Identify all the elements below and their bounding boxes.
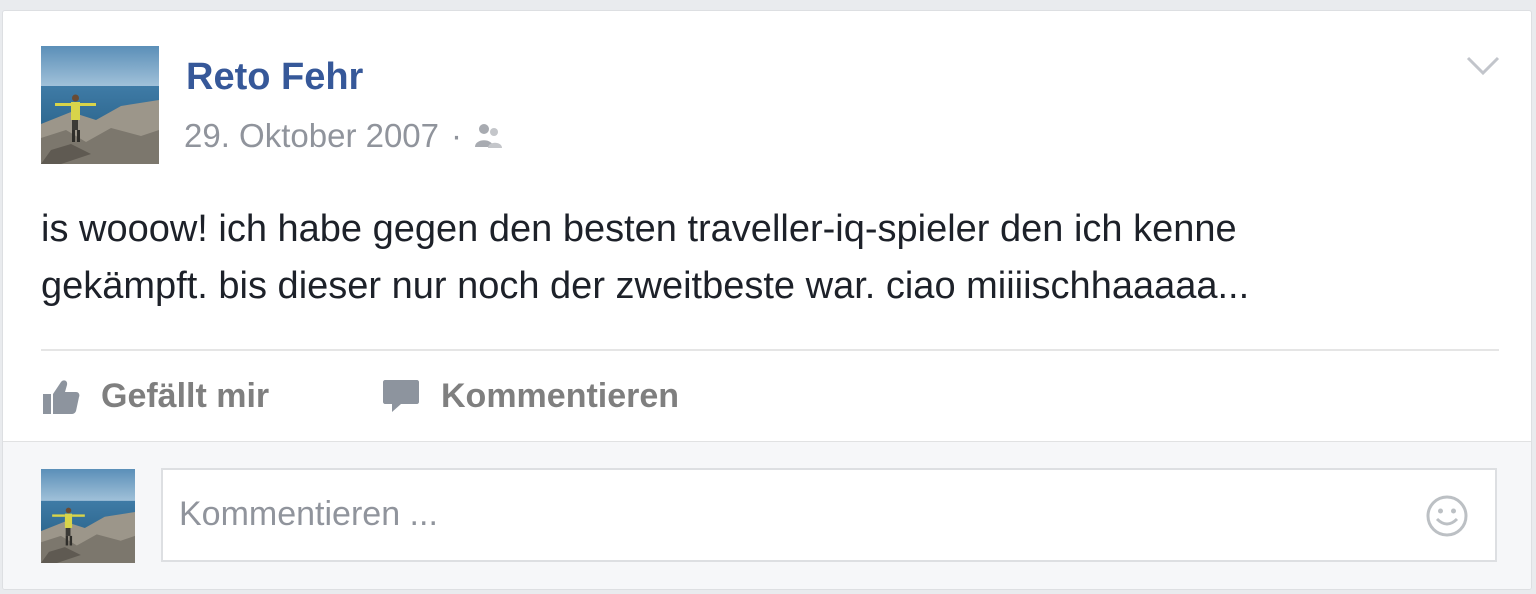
like-label: Gefällt mir [101, 376, 270, 415]
comment-bubble-icon [383, 380, 419, 412]
post-card: Reto Fehr 29. Oktober 2007 · is wooow! i… [2, 10, 1532, 590]
like-button[interactable]: Gefällt mir [41, 371, 269, 421]
emoji-smiley-icon[interactable] [1425, 494, 1469, 538]
actions-divider [41, 349, 1499, 351]
post-body: is wooow! ich habe gegen den besten trav… [41, 201, 1471, 315]
commenter-avatar [41, 469, 135, 563]
comment-label: Kommentieren [441, 376, 680, 415]
comment-input-placeholder: Kommentieren ... [179, 495, 438, 533]
friends-icon[interactable] [472, 121, 504, 151]
meta-separator: · [451, 117, 463, 154]
author-avatar[interactable] [41, 46, 159, 164]
post-text-line-2: gekämpft. bis dieser nur noch der zweitb… [41, 265, 1250, 307]
author-name-link[interactable]: Reto Fehr [186, 55, 363, 99]
post-timestamp[interactable]: 29. Oktober 2007 [184, 117, 439, 155]
page: Reto Fehr 29. Oktober 2007 · is wooow! i… [0, 0, 1536, 594]
thumbs-up-icon [43, 380, 80, 414]
post-meta: 29. Oktober 2007 · [184, 115, 504, 157]
comment-input[interactable]: Kommentieren ... [161, 468, 1497, 562]
post-text-line-1: is wooow! ich habe gegen den besten trav… [41, 208, 1237, 250]
comment-composer: Kommentieren ... [3, 441, 1531, 589]
post-options-chevron-icon[interactable] [1465, 53, 1501, 79]
comment-button[interactable]: Kommentieren [381, 371, 679, 421]
